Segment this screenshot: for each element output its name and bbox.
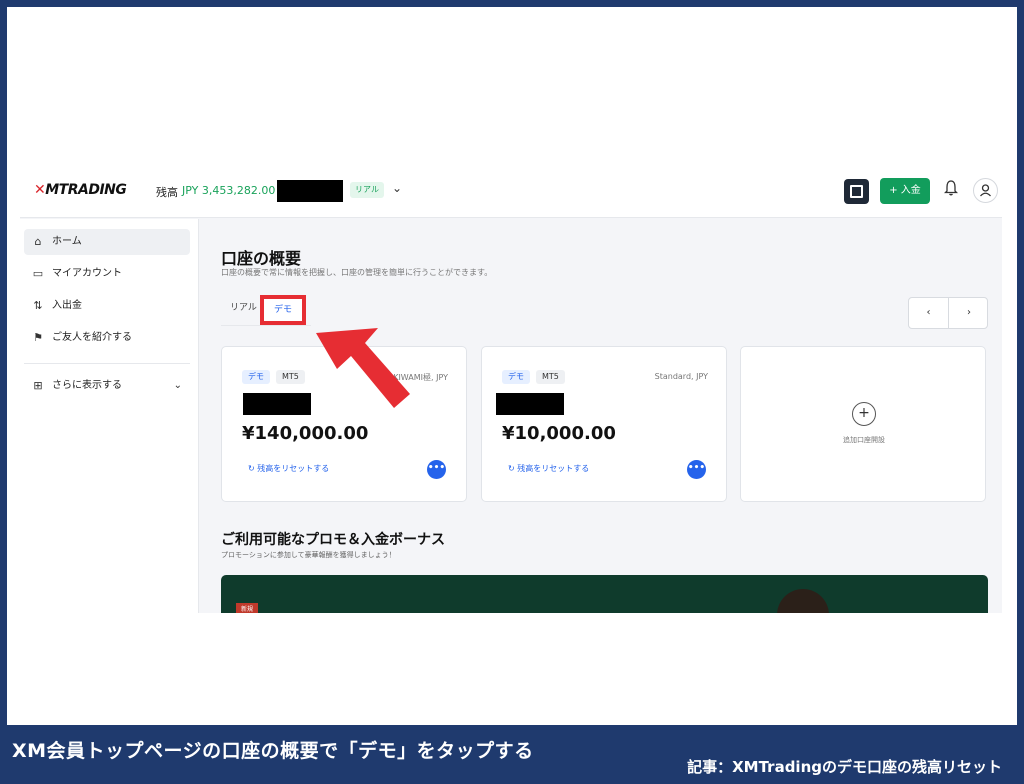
chevron-down-icon: ⌄: [173, 380, 182, 391]
promo-section-title: ご利用可能なプロモ＆入金ボーナス: [221, 532, 445, 548]
bell-icon[interactable]: [944, 180, 958, 196]
demo-badge: デモ: [242, 370, 270, 384]
account-pager: ‹ ›: [908, 297, 988, 329]
platform-badge: MT5: [536, 370, 565, 384]
qr-code-button[interactable]: [844, 179, 869, 204]
sidebar-item-label: 入出金: [52, 300, 82, 311]
demo-account-card[interactable]: デモ MT5 Standard, JPY ¥10,000.00 ↻ 残高をリセッ…: [481, 346, 727, 502]
home-icon: ⌂: [34, 235, 42, 248]
demo-account-card[interactable]: デモ MT5 KIWAMI極, JPY ¥140,000.00 ↻ 残高をリセッ…: [221, 346, 467, 502]
transfer-arrows-icon: ⇅: [33, 299, 43, 312]
balance-label: 残高: [156, 186, 178, 199]
sidebar-item-referral[interactable]: ⚑ ご友人を紹介する: [24, 325, 190, 351]
more-options-button[interactable]: •••: [687, 460, 706, 479]
article-title: 記事：XMTradingのデモ口座の残高リセット: [687, 758, 1002, 776]
top-header: ✕MTRADING 残高 JPY 3,453,282.00 リアル ⌄ + 入金: [20, 165, 1002, 218]
reset-balance-link[interactable]: ↻ 残高をリセットする: [508, 463, 589, 474]
account-type-badge: リアル: [350, 182, 384, 198]
demo-badge: デモ: [502, 370, 530, 384]
account-type: Standard, JPY: [654, 372, 708, 381]
tab-real[interactable]: リアル: [230, 295, 257, 327]
sidebar-item-label: ホーム: [52, 236, 82, 247]
sidebar-item-label: さらに表示する: [52, 380, 122, 391]
app-screenshot: ✕MTRADING 残高 JPY 3,453,282.00 リアル ⌄ + 入金…: [20, 165, 1002, 613]
account-type: KIWAMI極, JPY: [393, 373, 448, 382]
add-account-card[interactable]: + 追加口座開設: [740, 346, 986, 502]
sidebar: ⌂ ホーム ▭ マイアカウント ⇅ 入出金 ⚑ ご友人を紹介する ⊞ さらに表示…: [20, 219, 199, 613]
grid-icon: ⊞: [33, 379, 43, 392]
redacted-account-id: [243, 393, 311, 415]
deposit-button[interactable]: + 入金: [880, 178, 930, 204]
balance-value: JPY 3,453,282.00: [182, 184, 276, 197]
add-account-label: 追加口座開設: [843, 436, 885, 444]
pager-prev-button[interactable]: ‹: [909, 298, 949, 328]
sidebar-item-label: ご友人を紹介する: [52, 332, 132, 343]
pager-next-button[interactable]: ›: [949, 298, 989, 328]
redacted-account-id: [496, 393, 564, 415]
user-icon: [980, 184, 991, 197]
plus-icon: +: [852, 402, 876, 426]
promo-banner[interactable]: 新規: [221, 575, 988, 613]
xm-logo[interactable]: ✕MTRADING: [34, 182, 127, 198]
promo-person-image: [777, 589, 829, 613]
page-title: 口座の概要: [221, 249, 302, 268]
account-balance: ¥10,000.00: [502, 423, 616, 444]
redacted-account-number: [277, 180, 343, 202]
page-subtitle: 口座の概要で常に情報を把握し、口座の管理を簡単に行うことができます。: [221, 268, 493, 277]
sidebar-item-home[interactable]: ⌂ ホーム: [24, 229, 190, 255]
platform-badge: MT5: [276, 370, 305, 384]
account-balance: ¥140,000.00: [242, 423, 369, 444]
caption-text: XM会員トップページの口座の概要で「デモ」をタップする: [12, 740, 534, 762]
user-profile-button[interactable]: [973, 178, 998, 203]
tab-demo[interactable]: デモ: [260, 295, 306, 325]
sidebar-divider: [24, 363, 190, 364]
promo-section-subtitle: プロモーションに参加して豪華報酬を獲得しましょう！: [221, 551, 396, 559]
sidebar-item-show-more[interactable]: ⊞ さらに表示する ⌄: [24, 373, 190, 399]
sidebar-item-my-account[interactable]: ▭ マイアカウント: [24, 261, 190, 287]
building-icon: ⚑: [33, 331, 43, 344]
card-icon: ▭: [32, 267, 44, 280]
new-badge: 新規: [236, 603, 258, 613]
sidebar-item-deposit-withdraw[interactable]: ⇅ 入出金: [24, 293, 190, 319]
more-options-button[interactable]: •••: [427, 460, 446, 479]
reset-balance-link[interactable]: ↻ 残高をリセットする: [248, 463, 329, 474]
sidebar-item-label: マイアカウント: [52, 268, 122, 279]
qr-code-icon: [850, 185, 863, 198]
account-chevron-down-icon[interactable]: ⌄: [392, 181, 402, 195]
